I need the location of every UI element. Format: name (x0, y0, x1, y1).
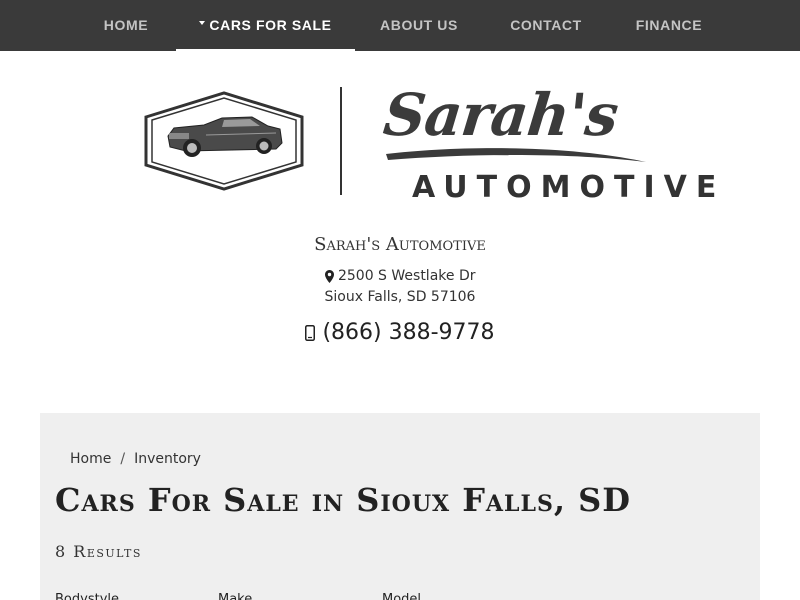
car-badge-icon (144, 91, 304, 191)
nav-cars-for-sale-label: CARS FOR SALE (209, 17, 332, 33)
logo-script-text: Sarah's (380, 81, 621, 149)
nav-contact-link[interactable]: CONTACT (496, 0, 596, 51)
address-street: 2500 S Westlake Dr (337, 268, 476, 284)
phone-link[interactable]: (866) 388-9778 (0, 318, 800, 348)
breadcrumb-home-link[interactable]: Home (70, 451, 111, 467)
breadcrumb-inventory-link[interactable]: Inventory (134, 451, 201, 467)
logo-divider (340, 87, 342, 195)
nav-finance-link[interactable]: FINANCE (622, 0, 716, 51)
nav-home-link[interactable]: HOME (86, 0, 166, 51)
breadcrumb: Home / Inventory (70, 449, 201, 469)
mobile-phone-icon (305, 325, 316, 341)
dealer-name: Sarah's Automotive (314, 234, 486, 255)
filter-make-label: Make (218, 592, 253, 600)
dealer-logo-link[interactable] (144, 91, 306, 195)
address-line-1: 2500 S Westlake Dr (0, 266, 800, 286)
nav-cars-for-sale-link[interactable]: CARS FOR SALE (176, 0, 355, 51)
results-count: 8 Results (55, 542, 142, 561)
page-title: Cars For Sale in Sioux Falls, SD (55, 481, 631, 519)
breadcrumb-separator: / (120, 451, 126, 467)
address-city: Sioux Falls, SD 57106 (324, 289, 476, 305)
main-navbar: HOME CARS FOR SALE ABOUT US CONTACT FINA… (0, 0, 800, 51)
phone-number: (866) 388-9778 (322, 320, 495, 345)
filter-model-label: Model (382, 592, 422, 600)
map-marker-icon (324, 269, 334, 283)
nav-about-us-link[interactable]: ABOUT US (364, 0, 474, 51)
logo-swoosh-decoration (386, 148, 646, 162)
logo-subtitle: AUTOMOTIVE (412, 170, 726, 205)
caret-down-icon (199, 21, 206, 26)
filter-bodystyle-label: Bodystyle (55, 592, 119, 600)
